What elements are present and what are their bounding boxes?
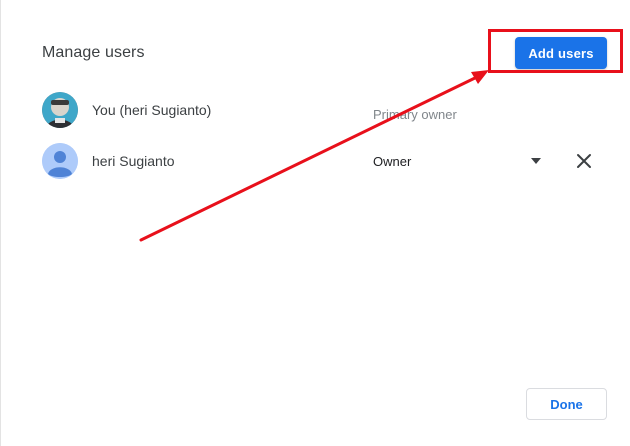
role-label: Primary owner bbox=[373, 107, 457, 122]
role-dropdown[interactable]: Owner bbox=[373, 147, 553, 175]
caret-down-icon bbox=[531, 158, 541, 164]
default-person-icon bbox=[42, 143, 78, 179]
role-dropdown-value: Owner bbox=[373, 154, 412, 169]
user-row-primary-owner: You (heri Sugianto) Primary owner bbox=[42, 92, 612, 128]
done-button[interactable]: Done bbox=[526, 388, 607, 420]
add-users-button[interactable]: Add users bbox=[515, 37, 607, 69]
user-name: You (heri Sugianto) bbox=[92, 102, 212, 118]
avatar bbox=[42, 143, 78, 179]
avatar bbox=[42, 92, 78, 128]
manage-users-dialog: Manage users Add users You (heri Sugiant… bbox=[0, 0, 630, 446]
close-icon bbox=[577, 154, 591, 168]
dialog-title: Manage users bbox=[42, 44, 145, 61]
remove-user-button[interactable] bbox=[572, 149, 596, 173]
user-row-owner: heri Sugianto Owner bbox=[42, 143, 612, 179]
user-name: heri Sugianto bbox=[92, 153, 175, 169]
user-photo-icon bbox=[42, 92, 78, 128]
